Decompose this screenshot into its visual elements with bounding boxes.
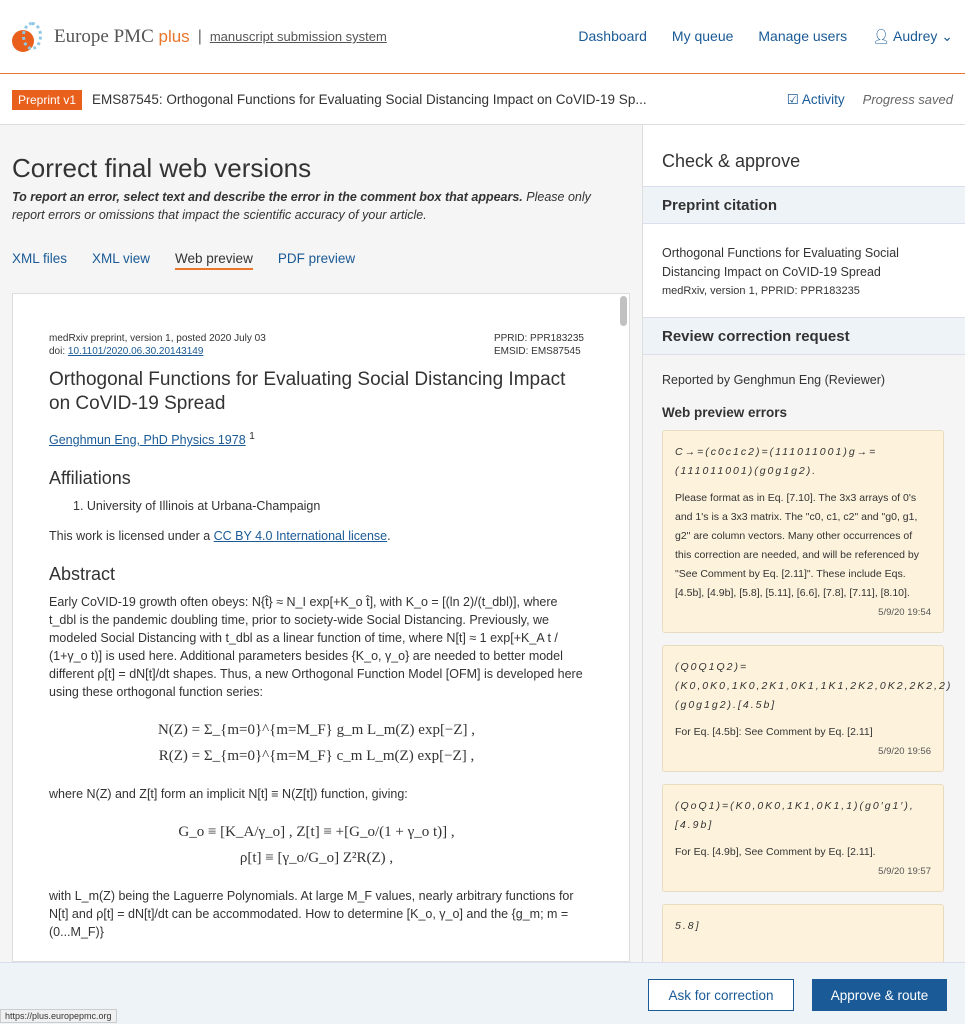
nav-dashboard[interactable]: Dashboard [578,28,647,45]
abstract-continued: with L_m(Z) being the Laguerre Polynomia… [49,889,574,940]
abstract-heading: Abstract [49,564,116,585]
abstract-text: Early CoVID-19 growth often obeys: N{t̂}… [49,595,583,700]
sidebar-title: Check & approve [643,125,965,186]
equation-block-2: G_o ≡ [K_A/γ_o] , Z[t] ≡ +[G_o/(1 + γ_o … [49,819,584,871]
affiliation-item: 1. University of Illinois at Urbana-Cham… [73,499,321,514]
comment-selection: (Q0Q1Q2)=(K0,0K0,1K0,2K1,0K1,1K1,2K2,0K2… [675,661,953,711]
doc-meta: medRxiv preprint, version 1, posted 2020… [49,332,584,358]
view-tabs: XML files XML view Web preview PDF previ… [12,251,355,270]
doi-label: doi: [49,346,68,357]
main-panel: Correct final web versions To report an … [0,125,643,962]
separator: | [197,27,202,45]
citation-body: Orthogonal Functions for Evaluating Soci… [643,224,965,317]
license-end: . [387,529,391,544]
emsid: EMSID: EMS87545 [493,346,581,357]
brand-name[interactable]: Europe PMC plus [54,26,190,48]
main-nav: Dashboard My queue Manage users 👤︎ Audre… [578,28,953,45]
equation-rho: ρ[t] ≡ [γ_o/G_o] Z²R(Z) , [239,850,394,867]
equation-n: N(Z) = Σ_{m=0}^{m=M_F} g_m L_m(Z) exp[−Z… [157,722,476,739]
license-link[interactable]: CC BY 4.0 International license [214,529,387,543]
activity-button[interactable]: ☑ Activity [787,92,845,108]
review-heading: Review correction request [643,317,965,355]
author-affil-ref: 1 [249,431,255,442]
page-title: Correct final web versions [12,153,312,183]
preprint-info: medRxiv preprint, version 1, posted 2020… [49,333,266,344]
license-text: This work is licensed under a [49,529,214,544]
user-menu[interactable]: 👤︎ Audrey ⌄ [872,28,953,45]
article-title: Orthogonal Functions for Evaluating Soci… [49,369,566,414]
top-header: Europe PMC plus | manuscript submission … [0,0,965,74]
browser-status-url: https://plus.europepmc.org [0,1009,117,1023]
comment-card[interactable]: (QoQ1)=(K0,0K0,1K1,0K1,1)(g0′g1′),[4.9b]… [662,784,944,892]
instructions: To report an error, select text and desc… [12,188,622,224]
nav-my-queue[interactable]: My queue [672,28,733,45]
manuscript-bar: Preprint v1 EMS87545: Orthogonal Functio… [0,75,965,125]
action-bar: Ask for correction Approve & route [0,962,965,1024]
brand-text: Europe PMC [54,25,154,47]
comment-card[interactable]: 5.8] [662,904,944,964]
equation-g: G_o ≡ [K_A/γ_o] , Z[t] ≡ +[G_o/(1 + γ_o … [178,824,455,841]
doi-link[interactable]: 10.1101/2020.06.30.20143149 [68,346,204,357]
version-badge: Preprint v1 [12,89,83,110]
system-link[interactable]: manuscript submission system [210,29,387,44]
comment-text: For Eq. [4.5b]: See Comment by Eq. [2.11… [675,726,873,738]
activity-label: Activity [801,91,845,107]
citation-title: Orthogonal Functions for Evaluating Soci… [662,246,899,279]
europe-pmc-logo[interactable] [12,20,46,54]
scrollbar[interactable] [620,296,627,326]
brand-plus: plus [158,26,190,46]
comment-time: 5/9/20 19:57 [878,866,931,877]
comment-selection: (QoQ1)=(K0,0K0,1K1,0K1,1)(g0′g1′),[4.9b] [675,800,915,831]
checkbox-icon: ☑ [786,91,799,107]
pprid: PPRID: PPR183235 [493,333,584,344]
tab-web-preview[interactable]: Web preview [175,251,253,270]
license-line: This work is licensed under a CC BY 4.0 … [49,527,584,545]
equation-r: R(Z) = Σ_{m=0}^{m=M_F} c_m L_m(Z) exp[−Z… [158,748,475,765]
comment-text: For Eq. [4.9b], See Comment by Eq. [2.11… [675,846,876,858]
chevron-down-icon: ⌄ [941,28,953,44]
affiliations-heading: Affiliations [49,468,131,489]
approve-route-button[interactable]: Approve & route [812,979,947,1011]
tab-xml-files[interactable]: XML files [12,251,67,270]
web-preview-document[interactable]: medRxiv preprint, version 1, posted 2020… [12,293,630,962]
save-status: Progress saved [862,92,953,107]
comment-time: 5/9/20 19:54 [878,607,931,618]
user-icon: 👤︎ [872,28,890,44]
citation-meta: medRxiv, version 1, PPRID: PPR183235 [662,285,860,297]
nav-manage-users[interactable]: Manage users [758,28,847,45]
comment-text: Please format as in Eq. [7.10]. The 3x3 … [675,492,919,599]
comment-time: 5/9/20 19:56 [878,746,931,757]
manuscript-title: EMS87545: Orthogonal Functions for Evalu… [92,92,647,107]
where-text: where N(Z) and Z[t] form an implicit N[t… [49,787,408,802]
tab-xml-view[interactable]: XML view [92,251,150,270]
comment-selection: C→=(c0c1c2)=(111011001)g→=(111011001)(g0… [675,446,878,477]
ask-for-correction-button[interactable]: Ask for correction [648,979,794,1011]
comment-selection: 5.8] [675,920,701,932]
review-sidebar: Check & approve Preprint citation Orthog… [643,125,965,964]
equation-block-1: N(Z) = Σ_{m=0}^{m=M_F} g_m L_m(Z) exp[−Z… [49,717,584,769]
comment-list: C→=(c0c1c2)=(111011001)g→=(111011001)(g0… [643,430,965,964]
user-name: Audrey [893,28,938,44]
errors-heading: Web preview errors [662,405,788,420]
comment-card[interactable]: C→=(c0c1c2)=(111011001)g→=(111011001)(g0… [662,430,944,633]
tab-pdf-preview[interactable]: PDF preview [278,251,355,270]
author-link[interactable]: Genghmun Eng, PhD Physics 1978 [49,433,246,447]
citation-heading: Preprint citation [643,186,965,224]
reported-by: Reported by Genghmun Eng (Reviewer) [662,373,886,387]
instructions-bold: To report an error, select text and desc… [12,190,523,204]
comment-card[interactable]: (Q0Q1Q2)=(K0,0K0,1K0,2K1,0K1,1K1,2K2,0K2… [662,645,953,772]
